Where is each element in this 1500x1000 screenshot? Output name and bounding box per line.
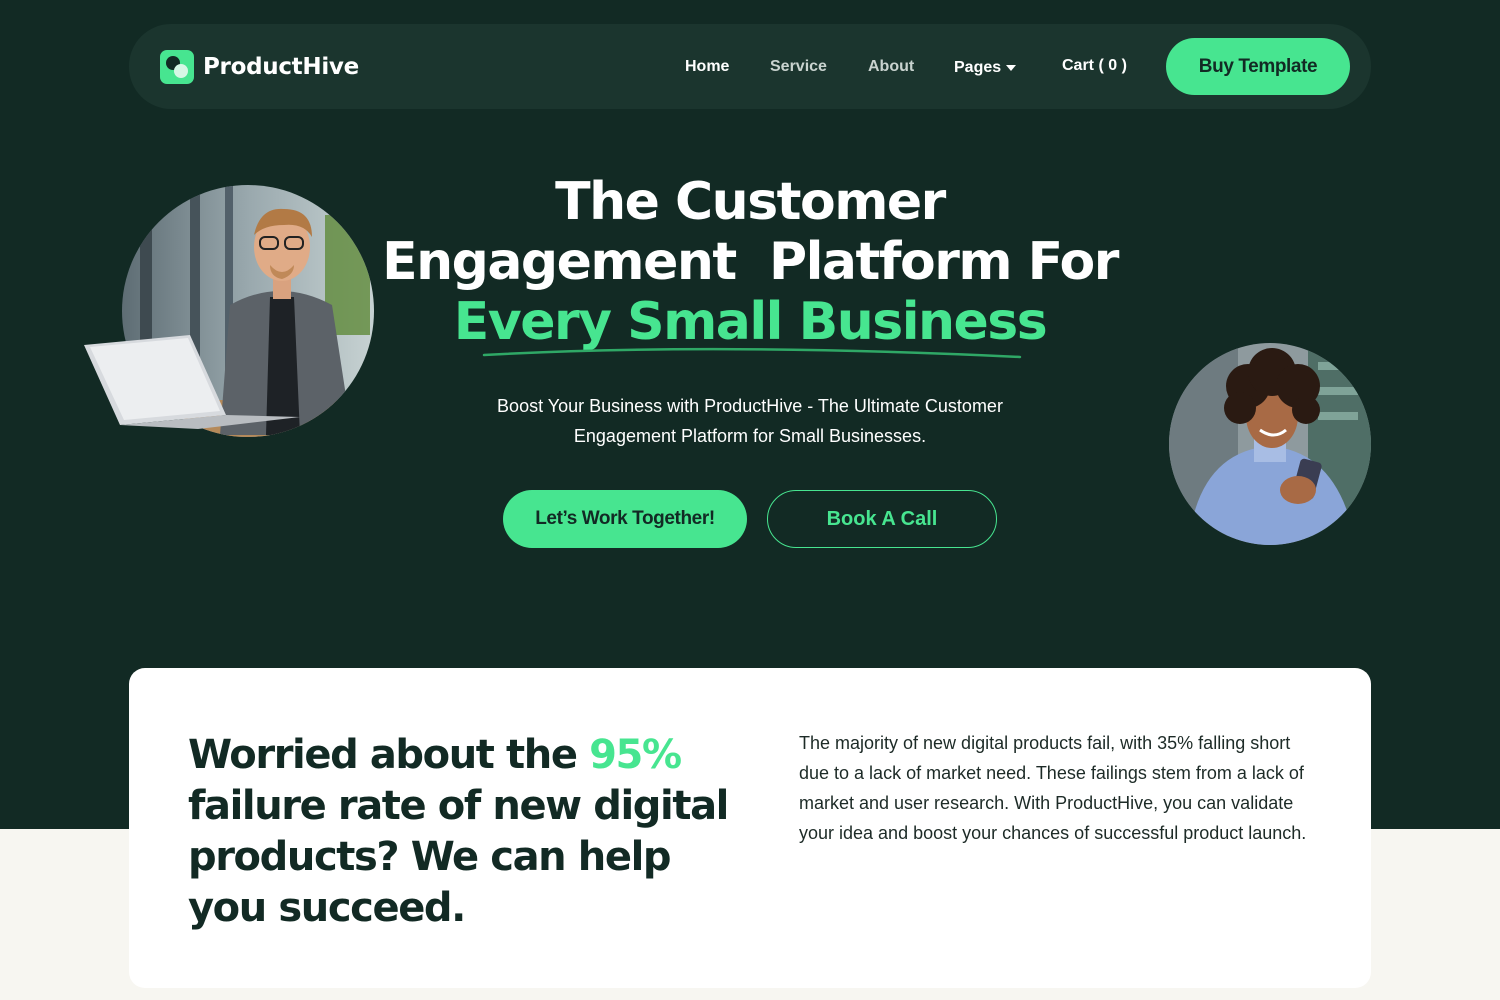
- work-together-button[interactable]: Let’s Work Together!: [503, 490, 747, 548]
- top-navbar: ProductHive Home Service About Pages Car…: [129, 24, 1371, 109]
- card-title-post: failure rate of new digital products? We…: [188, 783, 729, 931]
- nav-pages-label: Pages: [954, 59, 1002, 76]
- hero-headline: The Customer Engagement Platform For Eve…: [300, 172, 1200, 352]
- nav-link-home[interactable]: Home: [685, 58, 729, 76]
- card-title: Worried about the 95% failure rate of ne…: [188, 730, 729, 934]
- logo-icon: [160, 50, 194, 84]
- buy-template-button[interactable]: Buy Template: [1166, 38, 1350, 95]
- nav-link-pages[interactable]: Pages: [954, 59, 1017, 77]
- brand-logo[interactable]: ProductHive: [160, 50, 359, 84]
- problem-statement-card: Worried about the 95% failure rate of ne…: [129, 668, 1371, 988]
- nav-link-about[interactable]: About: [868, 58, 914, 76]
- hero-photo-man-laptop: [84, 185, 374, 437]
- nav-link-cart[interactable]: Cart ( 0 ): [1062, 57, 1127, 75]
- hero-subtext-line2: Engagement Platform for Small Businesses…: [573, 426, 927, 446]
- hero-subtext-line1: Boost Your Business with ProductHive - T…: [497, 396, 1003, 416]
- card-title-pre: Worried about the: [188, 732, 590, 778]
- headline-underline-swoosh: [482, 347, 1022, 359]
- nav-link-service[interactable]: Service: [770, 58, 827, 76]
- card-title-highlight: 95%: [589, 732, 682, 778]
- book-call-button[interactable]: Book A Call: [767, 490, 997, 548]
- chevron-down-icon: [1006, 64, 1017, 71]
- hero-subtext: Boost Your Business with ProductHive - T…: [440, 391, 1060, 451]
- hero-photo-woman-phone: [1169, 343, 1371, 545]
- hero-headline-line1: The Customer: [555, 172, 946, 232]
- brand-name: ProductHive: [203, 54, 359, 80]
- card-body-text: The majority of new digital products fai…: [799, 733, 1307, 843]
- hero-headline-line2: Engagement Platform For: [382, 232, 1119, 292]
- hero-headline-highlight: Every Small Business: [453, 292, 1048, 352]
